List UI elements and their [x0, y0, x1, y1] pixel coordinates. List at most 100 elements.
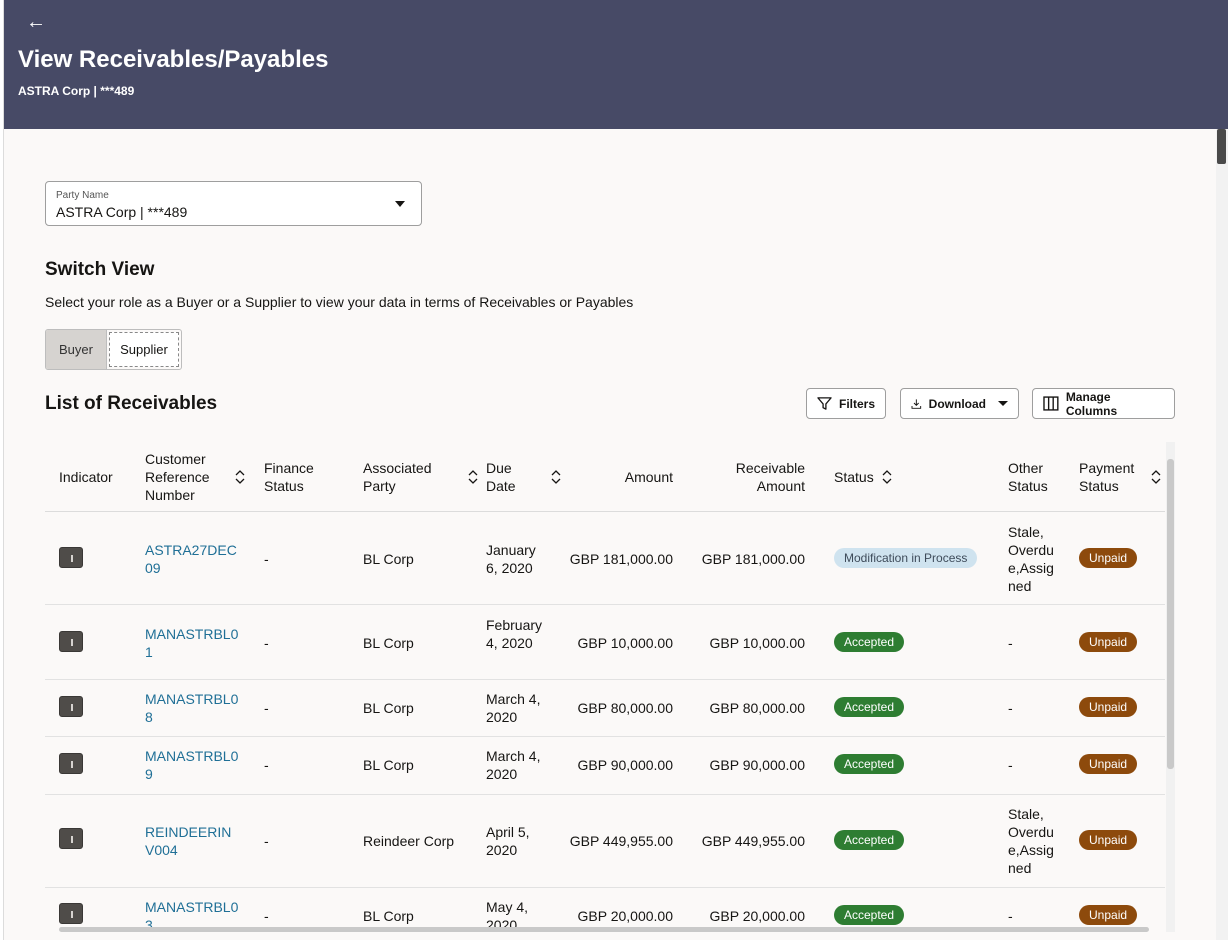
column-indicator: Indicator: [59, 469, 113, 485]
other-status: -: [1008, 757, 1013, 773]
column-status[interactable]: Status: [834, 468, 892, 486]
amount: GBP 181,000.00: [569, 551, 673, 567]
filters-button[interactable]: Filters: [806, 388, 886, 419]
supplier-button[interactable]: Supplier: [109, 332, 179, 367]
indicator-icon[interactable]: [59, 696, 83, 717]
column-crn-label: Customer Reference Number: [145, 451, 210, 503]
party-name-label: Party Name: [56, 190, 109, 201]
table-horizontal-scroll-thumb[interactable]: [59, 927, 1149, 932]
amount: GBP 10,000.00: [577, 635, 673, 651]
associated-party: Reindeer Corp: [363, 833, 455, 849]
other-status: -: [1008, 908, 1013, 924]
payment-status-badge: Unpaid: [1079, 905, 1138, 925]
payment-status-badge: Unpaid: [1079, 830, 1138, 850]
payment-status-badge: Unpaid: [1079, 548, 1138, 568]
table-row[interactable]: MANASTRBL01 - BL Corp February 4, 2020 G…: [45, 605, 1165, 680]
arrow-left-icon[interactable]: ←: [26, 10, 46, 34]
column-due-date-label: Due Date: [486, 460, 516, 494]
receivable-amount: GBP 20,000.00: [709, 908, 805, 924]
list-title: List of Receivables: [45, 393, 218, 414]
column-receivable-amount: Receivable Amount: [735, 460, 805, 494]
due-date: January 6, 2020: [486, 542, 536, 576]
payment-status-badge: Unpaid: [1079, 754, 1138, 774]
page-subtitle: ASTRA Corp | ***489: [18, 84, 135, 98]
associated-party: BL Corp: [363, 908, 414, 924]
chevron-down-icon[interactable]: [395, 201, 405, 207]
associated-party: BL Corp: [363, 757, 414, 773]
sort-icon[interactable]: [1151, 470, 1161, 484]
crn-link[interactable]: MANASTRBL01: [145, 625, 240, 661]
sort-icon[interactable]: [235, 470, 245, 484]
page-header: ← View Receivables/Payables ASTRA Corp |…: [4, 0, 1228, 129]
status-badge: Accepted: [834, 697, 905, 717]
other-status: Stale, Overdue,Assigned: [1008, 806, 1054, 876]
sort-icon[interactable]: [551, 470, 561, 484]
column-other-status: Other Status: [1008, 460, 1048, 494]
crn-link[interactable]: REINDEERINV004: [145, 823, 240, 859]
manage-columns-button[interactable]: Manage Columns: [1032, 388, 1175, 419]
indicator-icon[interactable]: [59, 753, 83, 774]
receivable-amount: GBP 10,000.00: [709, 635, 805, 651]
table-header: Indicator Customer Reference Number Fina…: [45, 442, 1165, 512]
amount: GBP 20,000.00: [577, 908, 673, 924]
page-vertical-scroll-thumb[interactable]: [1217, 129, 1226, 164]
other-status: -: [1008, 700, 1013, 716]
status-badge: Accepted: [834, 754, 905, 774]
main-content: Party Name ASTRA Corp | ***489 Switch Vi…: [4, 129, 1216, 940]
filter-icon: [817, 397, 832, 410]
receivables-table: Indicator Customer Reference Number Fina…: [45, 442, 1165, 932]
indicator-icon[interactable]: [59, 631, 83, 652]
column-crn[interactable]: Customer Reference Number: [145, 450, 245, 504]
switch-view-title: Switch View: [45, 259, 155, 280]
table-row[interactable]: MANASTRBL08 - BL Corp March 4, 2020 GBP …: [45, 680, 1165, 737]
crn-link[interactable]: ASTRA27DEC09: [145, 541, 240, 577]
receivable-amount: GBP 80,000.00: [709, 700, 805, 716]
column-associated-party[interactable]: Associated Party: [363, 459, 478, 495]
receivable-amount: GBP 449,955.00: [701, 833, 805, 849]
switch-view-description: Select your role as a Buyer or a Supplie…: [45, 294, 634, 310]
receivable-amount: GBP 181,000.00: [701, 551, 805, 567]
indicator-icon[interactable]: [59, 547, 83, 568]
column-payment-status[interactable]: Payment Status: [1079, 459, 1161, 495]
indicator-icon[interactable]: [59, 828, 83, 849]
other-status: Stale, Overdue,Assigned: [1008, 524, 1054, 594]
amount: GBP 449,955.00: [569, 833, 673, 849]
finance-status: -: [264, 635, 269, 651]
party-name-select[interactable]: Party Name ASTRA Corp | ***489: [45, 181, 422, 226]
status-badge: Modification in Process: [834, 548, 978, 568]
associated-party: BL Corp: [363, 551, 414, 567]
due-date: February 4, 2020: [486, 617, 543, 651]
associated-party: BL Corp: [363, 700, 414, 716]
crn-link[interactable]: MANASTRBL09: [145, 747, 240, 783]
due-date: April 5, 2020: [486, 824, 530, 858]
table-row[interactable]: REINDEERINV004 - Reindeer Corp April 5, …: [45, 795, 1165, 888]
crn-link[interactable]: MANASTRBL08: [145, 690, 240, 726]
table-horizontal-scrollbar[interactable]: [45, 925, 1165, 933]
download-button[interactable]: Download: [900, 388, 1019, 419]
table-row[interactable]: MANASTRBL09 - BL Corp March 4, 2020 GBP …: [45, 737, 1165, 795]
indicator-icon[interactable]: [59, 903, 83, 924]
finance-status: -: [264, 700, 269, 716]
column-amount: Amount: [624, 469, 673, 485]
sort-icon[interactable]: [882, 470, 892, 484]
payment-status-badge: Unpaid: [1079, 697, 1138, 717]
table-vertical-scroll-thumb[interactable]: [1167, 459, 1174, 769]
other-status: -: [1008, 635, 1013, 651]
due-date: March 4, 2020: [486, 691, 541, 725]
column-payment-status-label: Payment Status: [1079, 460, 1135, 494]
buyer-button[interactable]: Buyer: [46, 330, 107, 369]
party-name-value: ASTRA Corp | ***489: [56, 204, 188, 220]
payment-status-badge: Unpaid: [1079, 632, 1138, 652]
table-row[interactable]: ASTRA27DEC09 - BL Corp January 6, 2020 G…: [45, 512, 1165, 605]
receivable-amount: GBP 90,000.00: [709, 757, 805, 773]
status-badge: Accepted: [834, 830, 905, 850]
status-badge: Accepted: [834, 632, 905, 652]
manage-columns-label: Manage Columns: [1065, 389, 1118, 418]
page-title: View Receivables/Payables: [18, 46, 329, 73]
page-vertical-scrollbar[interactable]: [1216, 129, 1228, 940]
role-toggle: Buyer Supplier: [45, 329, 182, 370]
sort-icon[interactable]: [468, 470, 478, 484]
filters-label: Filters: [838, 396, 875, 411]
column-due-date[interactable]: Due Date: [486, 459, 561, 495]
associated-party: BL Corp: [363, 635, 414, 651]
